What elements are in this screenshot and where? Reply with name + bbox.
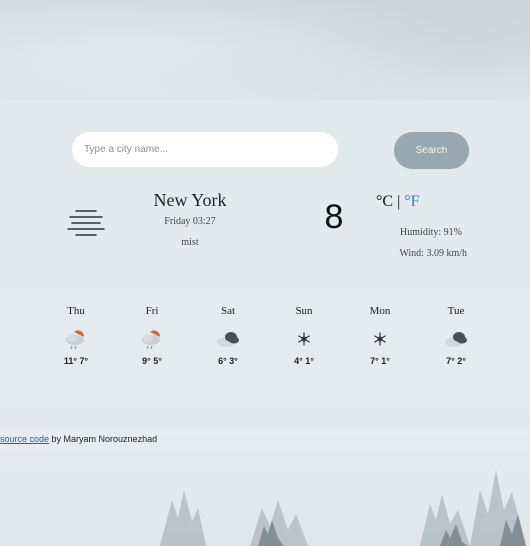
city-name: New York xyxy=(153,190,227,210)
forecast-day: Sat 6° 3° xyxy=(190,305,266,366)
forecast-day-name: Tue xyxy=(447,305,465,317)
forecast-day: Tue 7° 2° xyxy=(418,305,494,366)
unit-separator: | xyxy=(397,193,401,210)
mist-icon xyxy=(67,210,105,236)
forest-background xyxy=(160,470,526,546)
search-button[interactable]: Search xyxy=(394,132,469,169)
unit-toggle: °C | °F xyxy=(376,193,420,211)
city-search-input[interactable] xyxy=(72,132,338,167)
rain-cloud-icon xyxy=(142,330,161,350)
forecast-temps: 7° 1° xyxy=(370,356,390,366)
rain-cloud-icon xyxy=(66,330,85,350)
current-temperature: 8 xyxy=(324,198,344,236)
forecast-temps: 7° 2° xyxy=(446,356,466,366)
celsius-toggle[interactable]: °C xyxy=(376,193,393,210)
forecast-temps: 6° 3° xyxy=(218,356,238,366)
forecast-temps: 11° 7° xyxy=(63,356,89,366)
cloudy-icon xyxy=(445,332,467,347)
forecast-day: Fri 9° 5° xyxy=(114,305,190,366)
cloudy-icon xyxy=(217,332,239,347)
forecast-day-name: Thu xyxy=(67,305,85,317)
forecast-day: Mon 7° 1° xyxy=(342,305,418,366)
snowflake-icon xyxy=(374,332,386,346)
forecast-row: Thu 11° 7° Fri 9° 5° Sat 6° 3° Sun 4° 1°… xyxy=(38,305,494,380)
snowflake-icon xyxy=(298,332,310,346)
fahrenheit-toggle[interactable]: °F xyxy=(404,193,419,210)
forecast-day-name: Mon xyxy=(369,305,391,317)
forecast-day-name: Sun xyxy=(295,305,313,317)
forecast-day-name: Fri xyxy=(145,305,159,317)
weather-description: mist xyxy=(181,237,199,248)
humidity: Humidity: 91% xyxy=(400,227,462,238)
forecast-day-name: Sat xyxy=(220,305,236,317)
date-time: Friday 03:27 xyxy=(164,216,216,227)
wind-speed: Wind: 3.09 km/h xyxy=(399,248,467,259)
forecast-day: Thu 11° 7° xyxy=(38,305,114,366)
forecast-day: Sun 4° 1° xyxy=(266,305,342,366)
forecast-temps: 9° 5° xyxy=(142,356,162,366)
forecast-temps: 4° 1° xyxy=(294,356,314,366)
